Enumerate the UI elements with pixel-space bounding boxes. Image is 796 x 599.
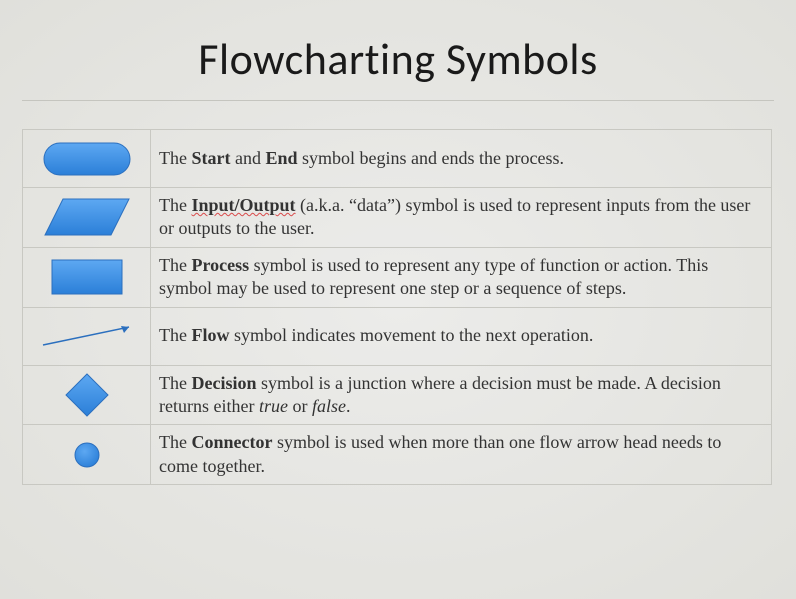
table-row: The Flow symbol indicates movement to th… [23,307,772,365]
symbol-io [23,188,151,248]
desc-io: The Input/Output (a.k.a. “data”) symbol … [151,188,772,248]
symbol-connector [23,425,151,485]
page-title: Flowcharting Symbols [0,0,796,100]
table-row: The Input/Output (a.k.a. “data”) symbol … [23,188,772,248]
table-row: The Decision symbol is a junction where … [23,365,772,425]
desc-connector: The Connector symbol is used when more t… [151,425,772,485]
desc-process: The Process symbol is used to represent … [151,247,772,307]
rectangle-icon [51,259,123,295]
arrow-icon [37,321,137,351]
symbol-process [23,247,151,307]
table-row: The Connector symbol is used when more t… [23,425,772,485]
desc-decision: The Decision symbol is a junction where … [151,365,772,425]
table-row: The Process symbol is used to represent … [23,247,772,307]
symbols-table: The Start and End symbol begins and ends… [22,129,772,485]
desc-start-end: The Start and End symbol begins and ends… [151,130,772,188]
terminator-icon [43,142,131,176]
table-row: The Start and End symbol begins and ends… [23,130,772,188]
title-divider [22,100,774,101]
circle-icon [73,441,101,469]
parallelogram-icon [43,197,131,237]
symbol-start-end [23,130,151,188]
symbol-flow [23,307,151,365]
symbol-decision [23,365,151,425]
diamond-icon [64,372,110,418]
desc-flow: The Flow symbol indicates movement to th… [151,307,772,365]
